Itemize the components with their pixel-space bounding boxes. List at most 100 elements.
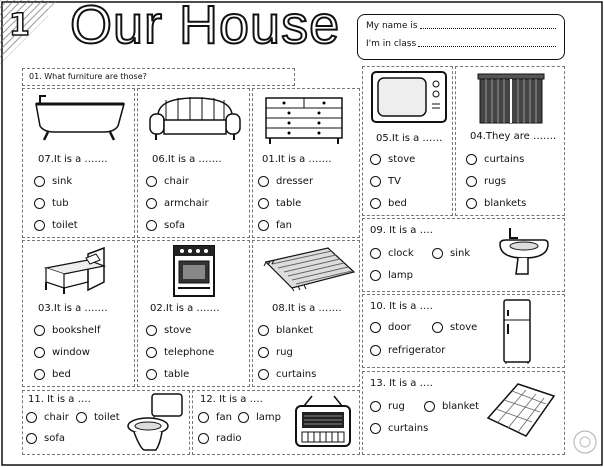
- option[interactable]: rug: [258, 347, 293, 358]
- item-label: 06.It is a …….: [152, 154, 222, 165]
- sheet-number: 1: [8, 7, 30, 44]
- option[interactable]: bed: [370, 198, 407, 209]
- radio-button[interactable]: [146, 220, 157, 231]
- option-label: fan: [216, 412, 232, 423]
- option[interactable]: bed: [34, 369, 71, 380]
- option[interactable]: stove: [432, 322, 477, 333]
- radio-button[interactable]: [146, 369, 157, 380]
- radio-button[interactable]: [370, 248, 381, 259]
- option[interactable]: fan: [258, 220, 292, 231]
- radio-button[interactable]: [34, 198, 45, 209]
- option-label: blankets: [484, 198, 527, 209]
- option[interactable]: TV: [370, 176, 401, 187]
- radio-button[interactable]: [258, 347, 269, 358]
- option[interactable]: chair: [26, 412, 69, 423]
- radio-button[interactable]: [34, 369, 45, 380]
- blanket-icon: [486, 383, 556, 437]
- option[interactable]: curtains: [466, 154, 524, 165]
- option[interactable]: window: [34, 347, 90, 358]
- radio-button[interactable]: [198, 433, 209, 444]
- option[interactable]: radio: [198, 433, 241, 444]
- option[interactable]: sofa: [26, 433, 65, 444]
- radio-button[interactable]: [370, 401, 381, 412]
- radio-button[interactable]: [466, 154, 477, 165]
- option[interactable]: lamp: [238, 412, 281, 423]
- radio-button[interactable]: [34, 347, 45, 358]
- option[interactable]: sink: [34, 176, 72, 187]
- radio-button[interactable]: [432, 322, 443, 333]
- radio-button[interactable]: [258, 220, 269, 231]
- option-label: curtains: [388, 423, 429, 434]
- radio-button[interactable]: [370, 270, 381, 281]
- option[interactable]: clock: [370, 248, 414, 259]
- option[interactable]: stove: [370, 154, 415, 165]
- radio-button[interactable]: [424, 401, 435, 412]
- option[interactable]: toilet: [34, 220, 78, 231]
- option[interactable]: table: [258, 198, 301, 209]
- radio-button[interactable]: [34, 325, 45, 336]
- option[interactable]: sink: [432, 248, 470, 259]
- radio-button[interactable]: [432, 248, 443, 259]
- option-label: toilet: [94, 412, 120, 423]
- option[interactable]: fan: [198, 412, 232, 423]
- class-label: I'm in class: [366, 39, 417, 49]
- radio-button[interactable]: [466, 198, 477, 209]
- radio-button[interactable]: [76, 412, 87, 423]
- option[interactable]: armchair: [146, 198, 209, 209]
- radio-button[interactable]: [466, 176, 477, 187]
- option-label: blanket: [276, 325, 314, 336]
- radio-button[interactable]: [238, 412, 249, 423]
- option-label: bed: [388, 198, 407, 209]
- radio-button[interactable]: [370, 423, 381, 434]
- radio-button[interactable]: [258, 369, 269, 380]
- option[interactable]: curtains: [370, 423, 428, 434]
- option[interactable]: blanket: [424, 401, 479, 412]
- radio-button[interactable]: [370, 176, 381, 187]
- radio-button[interactable]: [146, 198, 157, 209]
- option[interactable]: tub: [34, 198, 69, 209]
- option[interactable]: blankets: [466, 198, 526, 209]
- option[interactable]: sofa: [146, 220, 185, 231]
- option[interactable]: refrigerator: [370, 345, 445, 356]
- option[interactable]: stove: [146, 325, 191, 336]
- tv-icon: [371, 71, 447, 123]
- option[interactable]: toilet: [76, 412, 120, 423]
- radio-button[interactable]: [258, 325, 269, 336]
- option[interactable]: blanket: [258, 325, 313, 336]
- option[interactable]: curtains: [258, 369, 316, 380]
- name-label: My name is: [366, 21, 418, 31]
- curtains-icon: [477, 73, 545, 124]
- radio-button[interactable]: [146, 176, 157, 187]
- radio-button[interactable]: [198, 412, 209, 423]
- radio-button[interactable]: [34, 176, 45, 187]
- option[interactable]: rug: [370, 401, 405, 412]
- radio-button[interactable]: [370, 322, 381, 333]
- option-label: table: [276, 198, 302, 209]
- option-label: chair: [164, 176, 189, 187]
- radio-button[interactable]: [34, 220, 45, 231]
- radio-button[interactable]: [26, 433, 37, 444]
- option-label: rug: [388, 401, 405, 412]
- radio-button[interactable]: [26, 412, 37, 423]
- option[interactable]: telephone: [146, 347, 214, 358]
- option[interactable]: bookshelf: [34, 325, 100, 336]
- radio-button[interactable]: [146, 347, 157, 358]
- option[interactable]: chair: [146, 176, 189, 187]
- name-line[interactable]: [419, 19, 556, 29]
- bed-icon: [43, 246, 107, 294]
- radio-button[interactable]: [370, 154, 381, 165]
- radio-button[interactable]: [258, 176, 269, 187]
- radio-button[interactable]: [146, 325, 157, 336]
- option-label: fan: [276, 220, 292, 231]
- radio-button[interactable]: [370, 198, 381, 209]
- option[interactable]: table: [146, 369, 189, 380]
- option-label: radio: [216, 433, 242, 444]
- option[interactable]: door: [370, 322, 411, 333]
- option[interactable]: dresser: [258, 176, 313, 187]
- radio-button[interactable]: [258, 198, 269, 209]
- radio-button[interactable]: [370, 345, 381, 356]
- option[interactable]: lamp: [370, 270, 413, 281]
- radio-icon: [295, 395, 351, 447]
- class-line[interactable]: [418, 37, 556, 47]
- option[interactable]: rugs: [466, 176, 506, 187]
